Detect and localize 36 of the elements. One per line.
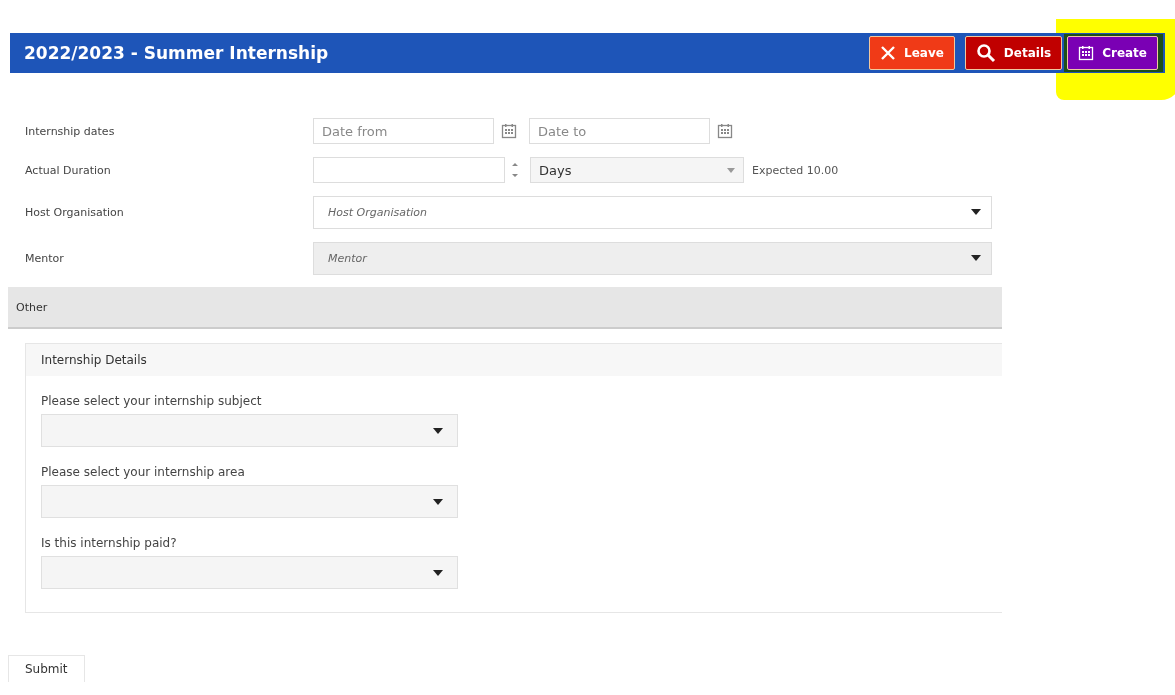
dropdown-arrow-icon (727, 167, 735, 173)
expected-duration-text: Expected 10.00 (752, 163, 839, 177)
dropdown-arrow-icon (433, 427, 443, 434)
number-field[interactable] (313, 157, 505, 183)
dropdown-arrow-icon (971, 209, 981, 215)
dropdown-field[interactable] (41, 414, 458, 447)
search-icon (975, 43, 996, 63)
unit-select[interactable]: Days (530, 157, 744, 183)
field-label: Internship dates (25, 124, 116, 138)
dropdown-arrow-icon (971, 255, 981, 261)
dropdown-arrow-icon (433, 498, 443, 505)
spinner-icon[interactable] (512, 162, 518, 178)
section-title: Other (16, 300, 48, 314)
calendar-icon (717, 123, 733, 139)
calendar-icon (1078, 45, 1095, 61)
field-label: Mentor (25, 251, 65, 265)
close-icon (880, 45, 896, 61)
search-button[interactable]: Details (964, 36, 1063, 70)
panel-header: Internship Details (26, 344, 1002, 376)
question-label: Please select your internship subject (41, 394, 263, 408)
dropdown-arrow-icon (433, 569, 443, 576)
calendar-icon (501, 123, 517, 139)
close-button[interactable]: Leave (869, 36, 955, 70)
submit-button[interactable]: Submit (8, 655, 85, 682)
dropdown-field[interactable] (41, 485, 458, 518)
dropdown-field[interactable]: Mentor (313, 241, 992, 275)
dropdown-field[interactable] (41, 556, 458, 589)
page-title: 2022/2023 - Summer Internship (24, 43, 330, 63)
date-field[interactable]: Date to (529, 118, 710, 144)
date-field[interactable]: Date from (313, 118, 494, 144)
question-label: Please select your internship area (41, 465, 246, 479)
dropdown-field[interactable]: Host Organisation (313, 195, 992, 229)
field-label: Host Organisation (25, 205, 125, 219)
field-label: Actual Duration (25, 163, 112, 177)
question-label: Is this internship paid? (41, 536, 178, 550)
calendar-button[interactable]: Create (1067, 36, 1158, 70)
